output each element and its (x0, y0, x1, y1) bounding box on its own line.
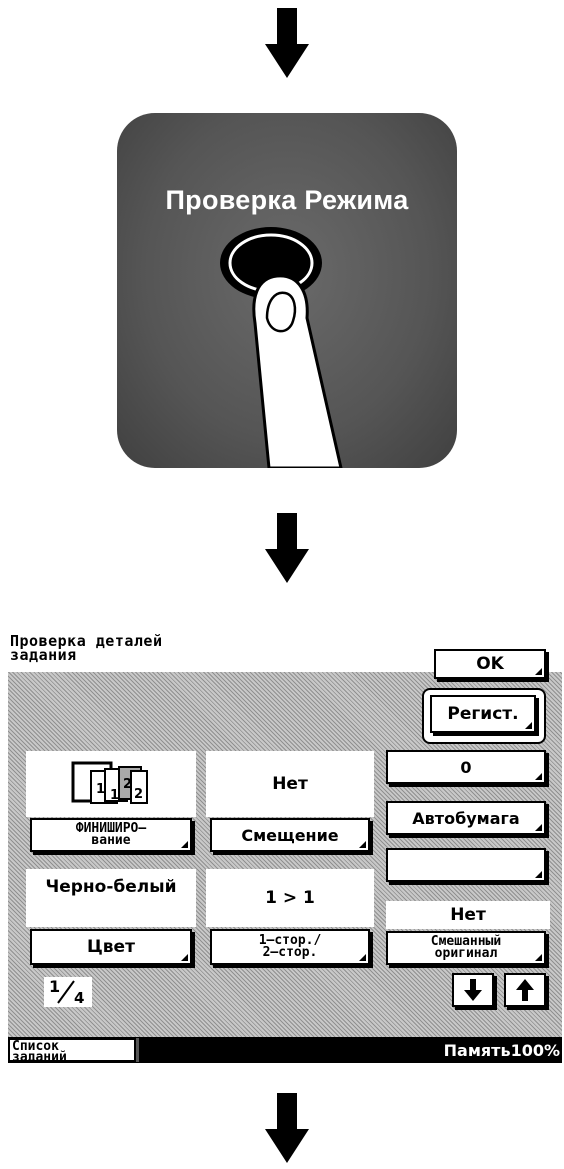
arrow-up-icon (516, 979, 534, 1001)
finishing-sort-icon: 1 1 2 2 (71, 761, 148, 804)
page-indicator: 1 4 (44, 977, 92, 1007)
finishing-button[interactable]: ФИНИШИРО– вание (30, 818, 192, 852)
offset-value: Нет (206, 751, 374, 817)
ok-button[interactable]: OK (434, 649, 546, 679)
arrow-down-icon (464, 979, 482, 1001)
page-title: Проверка деталей задания (10, 632, 163, 664)
blank-setting-button[interactable] (386, 848, 546, 882)
color-value: Черно-белый (26, 869, 196, 927)
zoom-button[interactable]: 0 (386, 750, 546, 784)
duplex-value: 1 > 1 (206, 869, 374, 927)
down-arrow-icon (265, 1093, 309, 1163)
paper-button[interactable]: Автобумага (386, 801, 546, 835)
job-details-screen: Проверка деталей задания OK Регист. 1 1 … (8, 631, 562, 1064)
mixed-original-value: Нет (386, 901, 550, 929)
finishing-value: 1 1 2 2 (26, 751, 196, 817)
duplex-button[interactable]: 1–стор./2–стор. (210, 929, 370, 965)
register-button[interactable]: Регист. (430, 695, 536, 733)
svg-text:2: 2 (134, 787, 143, 802)
job-list-button[interactable]: Список заданий (8, 1038, 136, 1064)
down-arrow-icon (265, 8, 309, 78)
offset-button[interactable]: Смещение (210, 818, 370, 852)
memory-status: Память100% (443, 1041, 560, 1060)
mode-check-key-panel: Проверка Режима (117, 113, 457, 468)
fraction-slash (57, 980, 75, 1004)
scroll-down-button[interactable] (452, 973, 494, 1007)
status-bar: Список заданий Память100% (8, 1037, 562, 1064)
svg-text:2: 2 (123, 777, 132, 792)
mixed-original-button[interactable]: Смешанный оригинал (386, 931, 546, 965)
color-button[interactable]: Цвет (30, 929, 192, 965)
svg-text:1: 1 (110, 788, 119, 803)
scroll-up-button[interactable] (504, 973, 546, 1007)
down-arrow-icon (265, 513, 309, 583)
pointing-finger-icon (252, 274, 343, 468)
page-total: 4 (74, 989, 85, 1007)
svg-text:1: 1 (96, 782, 105, 797)
